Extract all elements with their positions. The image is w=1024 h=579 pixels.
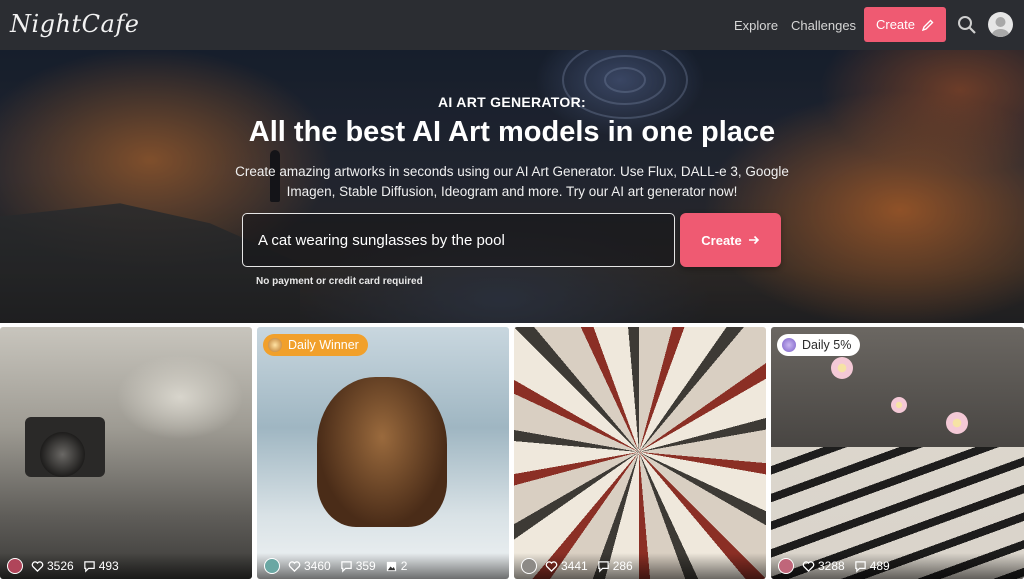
creator-avatar[interactable] [778,558,794,574]
comments-stat[interactable]: 359 [340,559,376,573]
comments-count: 489 [869,559,890,573]
daily-5-percent-badge: Daily 5% [777,334,861,356]
likes-count: 3460 [304,559,331,573]
comments-stat[interactable]: 286 [597,559,633,573]
no-payment-note: No payment or credit card required [256,276,423,287]
gallery-card[interactable]: 3441 286 [514,327,766,579]
heart-icon [545,560,558,572]
medal-icon [268,338,282,352]
search-icon[interactable] [957,15,977,35]
camera-lens-art [40,432,85,477]
flower-art [831,357,853,379]
images-count: 2 [400,559,408,573]
user-avatar[interactable] [988,12,1013,37]
likes-count: 3441 [561,559,588,573]
hero-create-label: Create [701,232,742,248]
creator-avatar[interactable] [521,558,537,574]
creator-avatar[interactable] [7,558,23,574]
hero-kicker: AI ART GENERATOR: [438,94,586,110]
heart-icon [802,560,815,572]
images-stat: 2 [385,559,408,573]
comments-stat[interactable]: 489 [854,559,890,573]
card-stats: 3441 286 [514,553,766,579]
gallery-card[interactable]: Daily Winner 3460 359 2 [257,327,509,579]
hero-description: Create amazing artworks in seconds using… [235,164,789,199]
comments-stat[interactable]: 493 [83,559,119,573]
card-stats: 3526 493 [0,553,252,579]
creator-avatar[interactable] [264,558,280,574]
flower-art [891,397,907,413]
comment-icon [597,560,609,573]
likes-count: 3288 [818,559,845,573]
heart-icon [31,560,44,572]
arrow-right-icon [748,235,759,245]
likes-stat[interactable]: 3441 [545,559,588,573]
mammoth-art [317,377,447,527]
likes-stat[interactable]: 3526 [31,559,74,573]
images-icon [386,561,396,571]
comments-count: 493 [98,559,119,573]
badge-label: Daily Winner [288,338,359,352]
badge-label: Daily 5% [802,338,852,352]
likes-stat[interactable]: 3460 [288,559,331,573]
flower-art [946,412,968,434]
person-icon [991,17,1010,37]
nav-link-challenges[interactable]: Challenges [791,18,856,33]
daily-winner-badge: Daily Winner [263,334,368,356]
hero-title: All the best AI Art models in one place [248,116,776,148]
nav-create-label: Create [875,17,916,32]
gallery-card[interactable]: 3526 493 [0,327,252,579]
likes-stat[interactable]: 3288 [802,559,845,573]
comment-icon [83,560,95,573]
hero-create-button[interactable]: Create [680,213,781,267]
nightcafe-logo[interactable]: NightCafe [10,10,139,38]
card-stats: 3460 359 2 [257,553,509,579]
nav-create-button[interactable]: Create [864,7,946,42]
card-stats: 3288 489 [771,553,1024,579]
comments-count: 286 [612,559,633,573]
comments-count: 359 [355,559,376,573]
comment-icon [854,560,866,573]
nav-link-explore[interactable]: Explore [734,18,778,33]
top-navbar: NightCafe Explore Challenges Create [0,0,1024,50]
pencil-icon [922,19,934,31]
gallery-card[interactable]: Daily 5% 3288 489 [771,327,1024,579]
prompt-input[interactable] [242,213,675,267]
robot-icon [782,338,796,352]
heart-icon [288,560,301,572]
likes-count: 3526 [47,559,74,573]
comment-icon [340,560,352,573]
